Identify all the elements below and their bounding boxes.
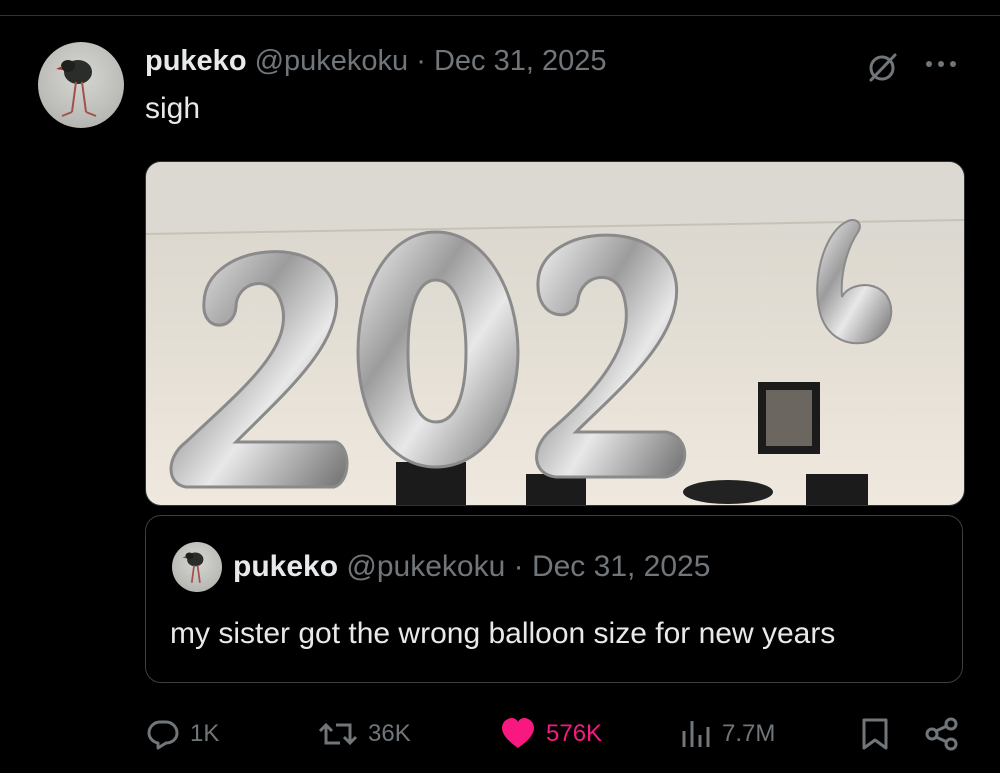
share-icon (925, 717, 958, 751)
action-bar: 1K 36K 576K 7.7M (0, 708, 1000, 760)
quoted-post[interactable] (145, 515, 963, 683)
more-icon[interactable] (921, 52, 961, 76)
bookmark-button[interactable] (860, 708, 890, 760)
quoted-post-header: pukeko @pukekoku · Dec 31, 2025 (233, 550, 710, 584)
reply-button[interactable]: 1K (146, 708, 219, 760)
post-text: sigh (145, 92, 201, 125)
repost-count: 36K (368, 720, 411, 747)
reply-count: 1K (190, 720, 220, 747)
grok-icon[interactable] (864, 50, 900, 86)
header-separator: · (416, 45, 426, 77)
bird-avatar-image (182, 552, 204, 583)
quoted-author-avatar[interactable] (172, 542, 222, 592)
post-header: pukeko @pukekoku · Dec 31, 2025 (145, 45, 607, 78)
post-date[interactable]: Dec 31, 2025 (434, 45, 607, 77)
heart-icon (502, 718, 534, 748)
author-avatar[interactable] (38, 42, 124, 128)
repost-icon (318, 722, 358, 746)
quoted-author-name[interactable]: pukeko (233, 550, 338, 583)
share-button[interactable] (924, 708, 960, 760)
quoted-post-text: my sister got the wrong balloon size for… (170, 617, 836, 650)
reply-icon (147, 720, 179, 750)
views-icon (682, 721, 710, 747)
author-name[interactable]: pukeko (145, 45, 247, 77)
quoted-author-handle[interactable]: @pukekoku (346, 550, 505, 583)
like-count: 576K (546, 720, 603, 747)
view-count: 7.7M (722, 720, 776, 747)
post-image[interactable] (145, 161, 965, 506)
views-button[interactable]: 7.7M (680, 708, 775, 760)
bookmark-icon (862, 718, 888, 750)
repost-button[interactable]: 36K (318, 708, 411, 760)
top-divider (0, 15, 1000, 16)
bird-avatar-image (56, 60, 97, 117)
quoted-header-separator: · (513, 550, 524, 583)
like-button[interactable]: 576K (500, 708, 602, 760)
author-handle[interactable]: @pukekoku (255, 45, 409, 77)
quoted-post-date[interactable]: Dec 31, 2025 (532, 550, 710, 583)
